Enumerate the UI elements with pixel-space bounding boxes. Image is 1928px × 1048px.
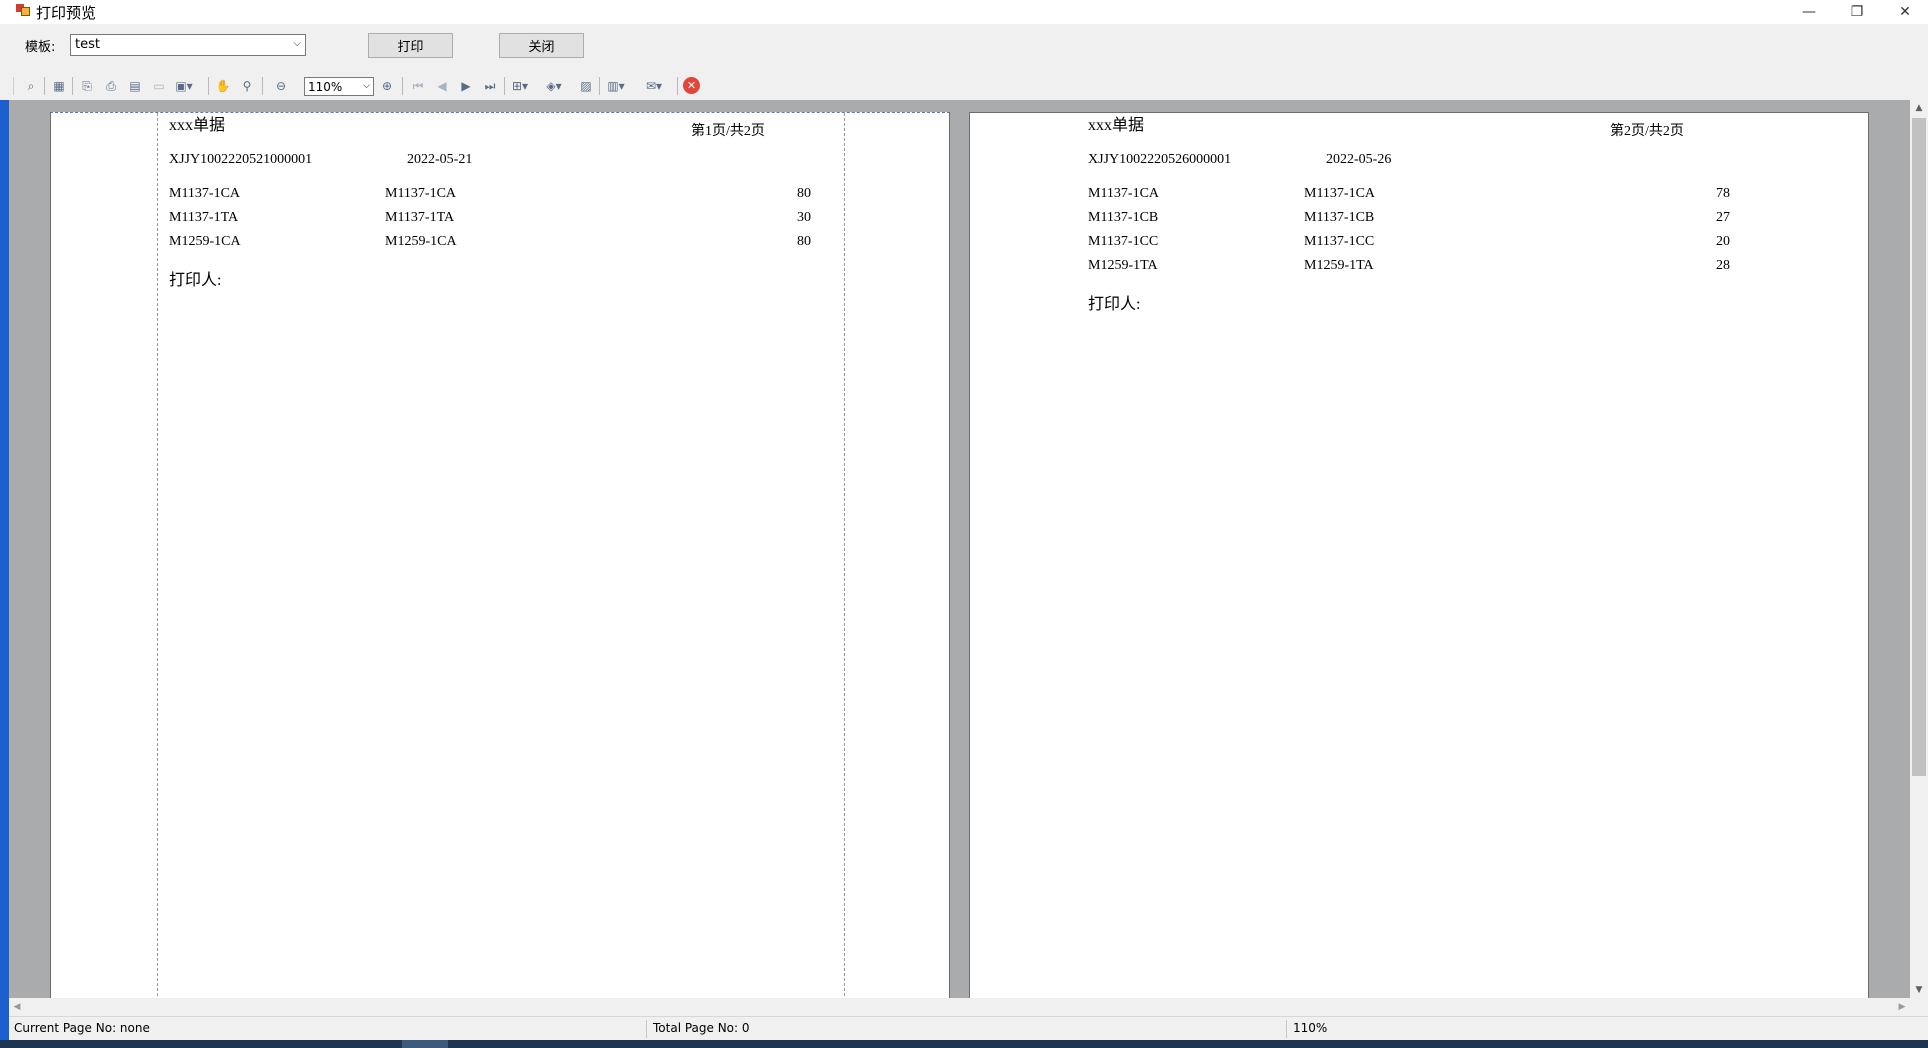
row-code: M1259-1TA bbox=[1088, 258, 1158, 273]
margins-icon[interactable]: ▣▾ bbox=[175, 77, 193, 95]
scroll-up-icon[interactable]: ▲ bbox=[1910, 100, 1928, 116]
color-icon[interactable]: ◈▾ bbox=[545, 77, 563, 95]
export-doc-icon[interactable]: ▥▾ bbox=[607, 77, 625, 95]
row-name: M1137-1CB bbox=[1304, 210, 1375, 225]
app-icon bbox=[16, 4, 30, 17]
export-icon[interactable]: ⎘ bbox=[78, 77, 96, 95]
zoom-in-icon[interactable]: ⊕ bbox=[378, 77, 396, 95]
printer-label: 打印人: bbox=[169, 272, 222, 289]
row-code: M1137-1CC bbox=[1088, 234, 1159, 249]
status-current-page: Current Page No: none bbox=[14, 1021, 150, 1035]
row-qty: 78 bbox=[1716, 186, 1730, 201]
preview-page-2: xxx单据 第2页/共2页 XJJY1002220526000001 2022-… bbox=[969, 112, 1869, 998]
template-label: 模板: bbox=[25, 40, 56, 55]
horizontal-scrollbar[interactable]: ◀ ▶ bbox=[9, 998, 1910, 1016]
margin-guide-left bbox=[157, 113, 158, 998]
window-title: 打印预览 bbox=[36, 4, 97, 22]
template-select-value: test bbox=[75, 37, 100, 52]
title-bar: 打印预览 — ❐ ✕ bbox=[0, 0, 1928, 24]
doc-date: 2022-05-26 bbox=[1326, 152, 1392, 167]
scroll-down-icon[interactable]: ▼ bbox=[1910, 982, 1928, 998]
row-name: M1137-1CC bbox=[1304, 234, 1375, 249]
row-qty: 20 bbox=[1716, 234, 1730, 249]
chevron-down-icon: ⌵ bbox=[293, 38, 301, 49]
grid-icon[interactable]: ▦ bbox=[50, 77, 68, 95]
doc-date: 2022-05-21 bbox=[407, 152, 473, 167]
window-edge bbox=[0, 100, 9, 1040]
row-name: M1137-1CA bbox=[1304, 186, 1376, 201]
row-code: M1137-1TA bbox=[169, 210, 239, 225]
margin-guide-right bbox=[844, 113, 845, 998]
taskbar bbox=[0, 1040, 1928, 1048]
close-window-button[interactable]: ✕ bbox=[1882, 0, 1928, 24]
printer-label: 打印人: bbox=[1088, 296, 1141, 313]
row-qty: 30 bbox=[797, 210, 811, 225]
doc-title: xxx单据 bbox=[1088, 117, 1145, 134]
hand-icon[interactable]: ✋ bbox=[214, 77, 232, 95]
minimize-button[interactable]: — bbox=[1786, 0, 1832, 24]
scroll-right-icon[interactable]: ▶ bbox=[1894, 998, 1910, 1016]
preview-area[interactable]: xxx单据 第1页/共2页 XJJY1002220521000001 2022-… bbox=[9, 100, 1910, 998]
zoom-out-icon[interactable]: ⊖ bbox=[272, 77, 290, 95]
print-button[interactable]: 打印 bbox=[368, 33, 453, 58]
preview-page-1: xxx单据 第1页/共2页 XJJY1002220521000001 2022-… bbox=[50, 112, 950, 998]
print-icon[interactable]: ⎙ bbox=[102, 77, 120, 95]
row-name: M1137-1TA bbox=[385, 210, 455, 225]
row-name: M1259-1TA bbox=[1304, 258, 1374, 273]
row-name: M1137-1CA bbox=[385, 186, 457, 201]
row-code: M1137-1CA bbox=[1088, 186, 1160, 201]
prev-page-icon[interactable]: ◀ bbox=[433, 77, 451, 95]
scroll-left-icon[interactable]: ◀ bbox=[9, 998, 25, 1016]
watermark-icon[interactable]: ▨ bbox=[577, 77, 595, 95]
status-bar: Current Page No: none Total Page No: 0 1… bbox=[9, 1016, 1928, 1040]
status-zoom: 110% bbox=[1293, 1021, 1328, 1035]
close-preview-icon[interactable]: ✕ bbox=[683, 77, 700, 94]
row-code: M1137-1CA bbox=[169, 186, 241, 201]
row-code: M1137-1CB bbox=[1088, 210, 1159, 225]
doc-number: XJJY1002220521000001 bbox=[169, 152, 313, 167]
close-button[interactable]: 关闭 bbox=[499, 33, 584, 58]
row-code: M1259-1CA bbox=[169, 234, 241, 249]
vertical-scroll-thumb[interactable] bbox=[1912, 118, 1926, 776]
last-page-icon[interactable]: ⏭ bbox=[481, 77, 499, 95]
zoom-select[interactable]: 110% ⌵ bbox=[304, 77, 374, 96]
find-icon[interactable]: ⌕ bbox=[22, 77, 40, 95]
row-qty: 80 bbox=[797, 234, 811, 249]
first-page-icon[interactable]: ⏮ bbox=[409, 77, 427, 95]
page-setup-icon[interactable]: ▤ bbox=[126, 77, 144, 95]
doc-title: xxx单据 bbox=[169, 117, 226, 134]
chevron-down-icon: ⌵ bbox=[363, 81, 370, 91]
row-qty: 80 bbox=[797, 186, 811, 201]
page-info: 第2页/共2页 bbox=[1610, 124, 1684, 139]
doc-number: XJJY1002220526000001 bbox=[1088, 152, 1232, 167]
template-select[interactable]: test ⌵ bbox=[70, 34, 306, 56]
row-name: M1259-1CA bbox=[385, 234, 457, 249]
email-icon[interactable]: ✉▾ bbox=[645, 77, 663, 95]
row-qty: 27 bbox=[1716, 210, 1730, 225]
print-preview-window: 打印预览 — ❐ ✕ 模板: test ⌵ 打印 关闭 ⌕ ▦ ⎘ ⎙ ▤ ▭ … bbox=[0, 0, 1928, 1040]
restore-button[interactable]: ❐ bbox=[1834, 0, 1880, 24]
magnifier-icon[interactable]: ⚲ bbox=[238, 77, 256, 95]
scale-icon[interactable]: ▭ bbox=[150, 77, 168, 95]
page-info: 第1页/共2页 bbox=[691, 124, 765, 139]
preview-toolbar: ⌕ ▦ ⎘ ⎙ ▤ ▭ ▣▾ ✋ ⚲ ⊖ 110% ⌵ ⊕ ⏮ ◀ ▶ ⏭ ⊞▾… bbox=[9, 73, 1928, 99]
next-page-icon[interactable]: ▶ bbox=[457, 77, 475, 95]
vertical-scrollbar[interactable]: ▲ ▼ bbox=[1910, 100, 1928, 998]
row-qty: 28 bbox=[1716, 258, 1730, 273]
zoom-select-value: 110% bbox=[308, 80, 343, 94]
multipage-icon[interactable]: ⊞▾ bbox=[511, 77, 529, 95]
status-total-page: Total Page No: 0 bbox=[653, 1021, 750, 1035]
